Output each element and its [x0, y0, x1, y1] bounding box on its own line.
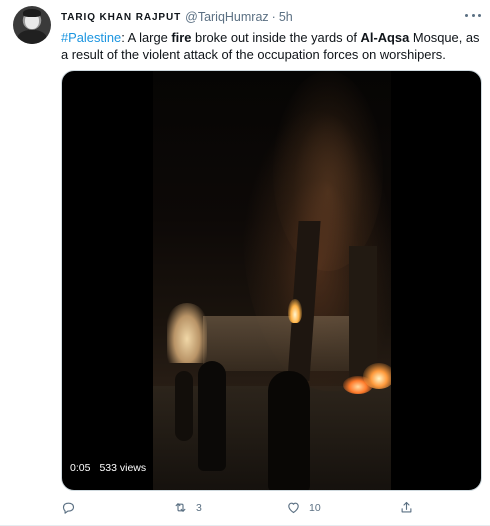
- like-count: 10: [309, 501, 321, 514]
- share-button[interactable]: [399, 500, 414, 515]
- tweet[interactable]: TARIQ KHAN RAJPUT @TariqHumraz · 5h #Pal…: [0, 0, 490, 526]
- author-handle[interactable]: @TariqHumraz: [185, 10, 269, 24]
- retweet-icon: [175, 503, 186, 512]
- video-views: 533 views: [99, 462, 147, 474]
- tweet-actions: 3 10: [61, 500, 421, 518]
- video-timestamp: 0:05: [70, 462, 91, 474]
- retweet-button[interactable]: 3: [173, 500, 202, 515]
- video-frame[interactable]: [153, 71, 391, 490]
- separator-dot: ·: [271, 10, 276, 24]
- retweet-count: 3: [196, 501, 202, 514]
- author-name[interactable]: TARIQ KHAN RAJPUT: [61, 12, 181, 23]
- avatar[interactable]: [13, 6, 51, 44]
- reply-icon: [62, 502, 75, 514]
- like-button[interactable]: 10: [286, 500, 321, 515]
- reply-button[interactable]: [61, 500, 84, 515]
- video-player[interactable]: 0:05 533 views: [61, 70, 482, 491]
- tweet-time[interactable]: 5h: [279, 10, 293, 24]
- hashtag-link[interactable]: #Palestine: [61, 30, 121, 45]
- tweet-text-part: : A large: [121, 30, 172, 45]
- video-overlay: 0:05 533 views: [70, 462, 146, 474]
- heart-icon: [288, 502, 299, 514]
- tweet-text-bold: Al-Aqsa: [360, 30, 410, 45]
- tweet-header: TARIQ KHAN RAJPUT @TariqHumraz · 5h: [61, 8, 293, 26]
- tweet-text-part: broke out inside the yards of: [191, 30, 361, 45]
- more-icon[interactable]: [463, 8, 483, 22]
- tweet-text-bold: fire: [171, 30, 192, 45]
- tweet-text: #Palestine: A large fire broke out insid…: [61, 29, 481, 63]
- share-icon: [401, 501, 412, 513]
